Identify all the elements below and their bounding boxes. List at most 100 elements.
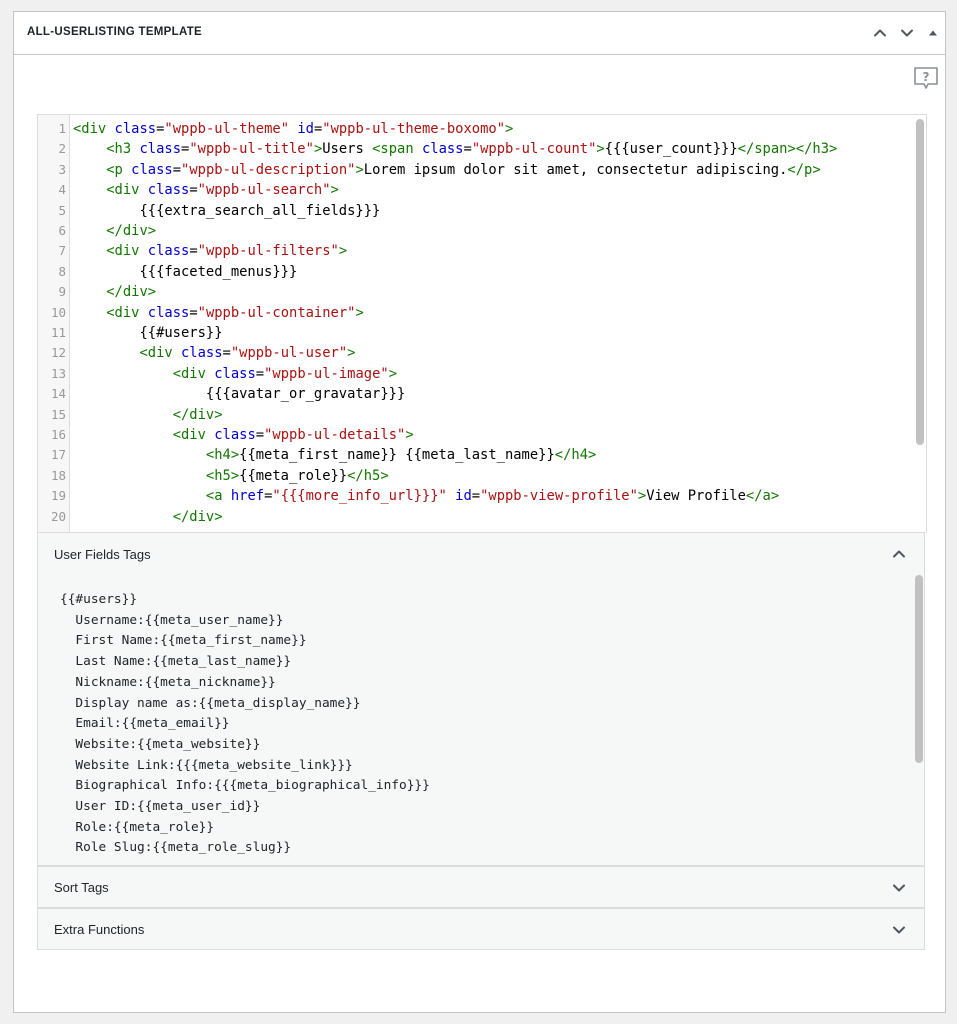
editor-scrollbar[interactable]	[916, 119, 924, 445]
chevron-down-icon[interactable]	[890, 879, 908, 897]
move-up-button[interactable]	[868, 21, 892, 45]
code-token: href	[230, 488, 265, 505]
code-token: <div	[106, 304, 140, 321]
code-token: class	[214, 427, 256, 443]
code-token: class	[181, 345, 223, 362]
line-number: 20	[50, 508, 66, 524]
code-line[interactable]: <div class="wppb-ul-details">	[73, 425, 414, 445]
tag-item: Website Link:{{{meta_website_link}}}	[60, 757, 353, 773]
code-line[interactable]: <div class="wppb-ul-user">	[73, 343, 355, 363]
code-line[interactable]: </div>	[73, 282, 156, 302]
code-token: class	[421, 141, 464, 158]
code-token: class	[131, 161, 173, 178]
line-number: 12	[50, 345, 66, 361]
code-token: >	[355, 161, 364, 178]
code-line[interactable]: <h4>{{meta_first_name}} {{meta_last_name…	[73, 445, 596, 465]
code-token: >	[347, 345, 356, 362]
chevron-down-icon[interactable]	[890, 921, 908, 939]
code-token: class	[147, 304, 190, 321]
code-line[interactable]: <h5>{{meta_role}}</h5>	[73, 466, 389, 486]
code-token: Users	[322, 141, 373, 158]
code-token: </div>	[172, 406, 223, 423]
code-line[interactable]: {{{faceted_menus}}}	[73, 262, 297, 282]
code-line[interactable]: {{{extra_search_all_fields}}}	[73, 201, 380, 221]
code-line[interactable]: </div>	[73, 507, 223, 527]
code-token: {{meta_role}}	[239, 467, 348, 484]
code-line[interactable]: <p class="wppb-ul-description">Lorem ips…	[73, 160, 820, 180]
code-token: =	[255, 427, 265, 443]
code-token: <div	[172, 365, 206, 382]
code-line[interactable]: <a href="{{{more_info_url}}}" id="wppb-v…	[73, 486, 779, 506]
tags-scrollbar[interactable]	[915, 575, 923, 763]
code-token: {{{user_count}}}	[604, 141, 738, 158]
toggle-panel-button[interactable]	[921, 21, 945, 45]
chevron-up-icon[interactable]	[890, 545, 908, 563]
code-token: class	[114, 121, 157, 137]
code-token: id	[455, 488, 472, 505]
code-token: {{{faceted_menus}}}	[73, 263, 298, 280]
svg-text:?: ?	[923, 70, 930, 84]
code-line[interactable]: <div class="wppb-ul-search">	[73, 180, 339, 200]
template-code-editor[interactable]: 1 2 3 4 5 6 7 8 9 10 11 12 13 14 15 16 17 18 19 20 <div cla…	[37, 114, 927, 533]
line-number: 11	[50, 325, 66, 340]
sort-tags-title[interactable]: Sort Tags	[54, 880, 109, 895]
move-down-button[interactable]	[895, 21, 919, 45]
code-line[interactable]: </div>	[73, 221, 156, 241]
sort-tags-panel[interactable]: Sort Tags	[37, 866, 925, 908]
code-token: </div>	[106, 223, 157, 239]
help-button[interactable]: ?	[913, 66, 939, 92]
code-token: "wppb-ul-count"	[471, 141, 597, 158]
code-token: =	[189, 243, 198, 260]
user-fields-tags-panel: User Fields Tags {{#users}} Username:{{m…	[37, 532, 925, 866]
code-token: <span	[372, 141, 414, 158]
code-token: </span></h3>	[737, 141, 838, 158]
tag-item: Role:{{meta_role}}	[60, 819, 215, 835]
code-token: {{{extra_search_all_fields}}}	[73, 202, 381, 219]
metabox-header[interactable]: ALL-USERLISTING TEMPLATE	[14, 12, 945, 55]
code-line[interactable]: {{#users}}	[73, 323, 222, 343]
code-token: View Profile	[646, 488, 746, 505]
tag-item: User ID:{{meta_user_id}}	[60, 799, 261, 814]
code-line[interactable]: <h3 class="wppb-ul-title">Users <span cl…	[73, 139, 837, 159]
code-token: <div	[139, 345, 173, 362]
extra-functions-title[interactable]: Extra Functions	[54, 922, 144, 937]
code-token: <a	[205, 488, 223, 505]
code-token: {{meta_first_name}} {{meta_last_name}}	[239, 447, 555, 464]
tag-item: Role Slug:{{meta_role_slug}}	[60, 840, 292, 856]
code-token: class	[147, 243, 190, 260]
code-line[interactable]: {{{avatar_or_gravatar}}}	[73, 384, 405, 404]
tag-item: Biographical Info:{{{meta_biographical_i…	[60, 778, 430, 794]
code-token: >	[388, 365, 398, 382]
extra-functions-panel[interactable]: Extra Functions	[37, 908, 925, 950]
code-token: class	[139, 141, 182, 158]
code-line[interactable]: <div class="wppb-ul-filters">	[73, 241, 347, 261]
code-line[interactable]: <div class="wppb-ul-image">	[73, 364, 397, 384]
code-token: <h3	[106, 141, 132, 158]
code-line[interactable]: </div>	[73, 405, 223, 425]
code-line[interactable]: <div class="wppb-ul-container">	[73, 303, 364, 323]
code-token: "wppb-ul-theme-boxomo"	[322, 121, 506, 137]
code-token: >	[596, 141, 605, 158]
code-token: =	[189, 182, 198, 199]
code-token: >	[338, 243, 348, 260]
tag-item: {{#users}}	[60, 592, 138, 607]
user-fields-tags-title[interactable]: User Fields Tags	[54, 547, 151, 562]
code-token: =	[471, 488, 481, 505]
line-number: 10	[50, 304, 66, 320]
code-token: >	[637, 488, 647, 505]
code-line[interactable]: <div class="wppb-ul-theme" id="wppb-ul-t…	[73, 119, 513, 139]
line-number-gutter: 1 2 3 4 5 6 7 8 9 10 11 12 13 14 15 16 17 18 19 20	[38, 115, 70, 533]
